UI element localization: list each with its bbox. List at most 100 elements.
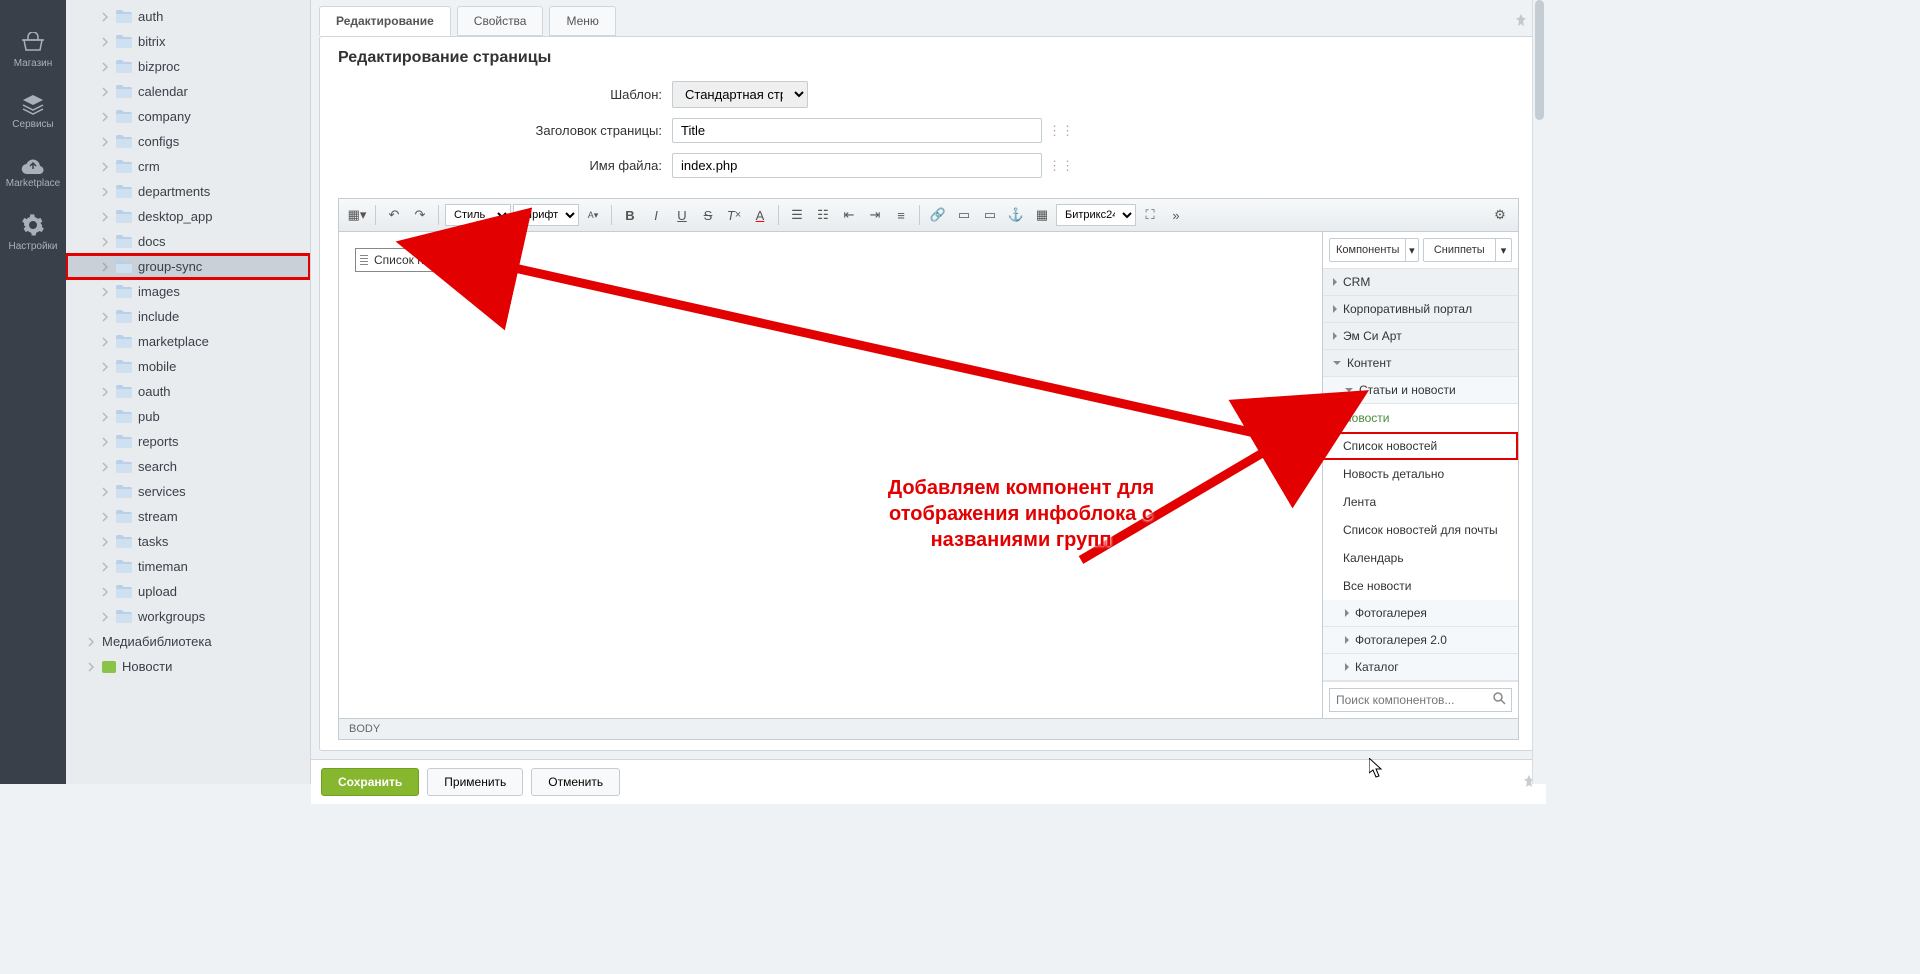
underline-icon[interactable]: U — [670, 203, 694, 227]
clear-format-icon[interactable]: T× — [722, 203, 746, 227]
text-color-icon[interactable]: A — [748, 203, 772, 227]
component-tree[interactable]: CRMКорпоративный порталЭм Си АртКонтентС… — [1323, 269, 1518, 681]
folder-mobile[interactable]: mobile — [66, 354, 310, 379]
italic-icon[interactable]: I — [644, 203, 668, 227]
component-category[interactable]: Контент — [1323, 350, 1518, 377]
folder-bitrix[interactable]: bitrix — [66, 29, 310, 54]
folder-workgroups[interactable]: workgroups — [66, 604, 310, 629]
editor-canvas[interactable]: Список новостей — [339, 232, 1322, 718]
video-icon[interactable]: ▭ — [978, 203, 1002, 227]
component-item[interactable]: Новости — [1323, 404, 1518, 432]
style-select[interactable]: Стиль — [445, 204, 511, 226]
tree-extra-item[interactable]: Медиабиблиотека — [66, 629, 310, 654]
file-tree[interactable]: authbitrixbizproccalendarcompanyconfigsc… — [66, 0, 311, 784]
outdent-icon[interactable]: ⇤ — [837, 203, 861, 227]
components-tab-dd-icon[interactable]: ▾ — [1405, 239, 1417, 261]
nav-settings[interactable]: Настройки — [0, 201, 66, 264]
font-size-icon[interactable]: A▾ — [581, 203, 605, 227]
folder-timeman[interactable]: timeman — [66, 554, 310, 579]
undo-icon[interactable]: ↶ — [382, 203, 406, 227]
folder-stream[interactable]: stream — [66, 504, 310, 529]
folder-departments[interactable]: departments — [66, 179, 310, 204]
component-item[interactable]: Лента — [1323, 488, 1518, 516]
redo-icon[interactable]: ↷ — [408, 203, 432, 227]
apply-button[interactable]: Применить — [427, 768, 523, 796]
settings-icon[interactable]: ⚙ — [1488, 203, 1512, 227]
tree-extra-item[interactable]: Новости — [66, 654, 310, 679]
bitrix-select[interactable]: Битрикс24 - ... — [1056, 204, 1136, 226]
tab-edit[interactable]: Редактирование — [319, 6, 451, 36]
font-select[interactable]: Шрифт — [513, 204, 579, 226]
component-category[interactable]: Каталог — [1323, 654, 1518, 681]
component-category[interactable]: Корпоративный портал — [1323, 296, 1518, 323]
component-category[interactable]: Эм Си Арт — [1323, 323, 1518, 350]
ul-icon[interactable]: ☰ — [785, 203, 809, 227]
table-icon[interactable]: ▦ — [1030, 203, 1054, 227]
folder-crm[interactable]: crm — [66, 154, 310, 179]
component-category[interactable]: Фотогалерея — [1323, 600, 1518, 627]
component-search-input[interactable] — [1329, 688, 1512, 712]
ol-icon[interactable]: ☷ — [811, 203, 835, 227]
folder-tasks[interactable]: tasks — [66, 529, 310, 554]
scrollbar[interactable] — [1532, 0, 1546, 784]
folder-include[interactable]: include — [66, 304, 310, 329]
pin-icon[interactable] — [1514, 13, 1528, 30]
folder-company[interactable]: company — [66, 104, 310, 129]
folder-docs[interactable]: docs — [66, 229, 310, 254]
template-select[interactable]: Стандартная страница — [672, 81, 808, 108]
folder-images[interactable]: images — [66, 279, 310, 304]
component-category[interactable]: CRM — [1323, 269, 1518, 296]
folder-group-sync[interactable]: group-sync — [66, 254, 310, 279]
tab-menu[interactable]: Меню — [549, 6, 615, 36]
filename-input[interactable] — [672, 153, 1042, 178]
folder-desktop_app[interactable]: desktop_app — [66, 204, 310, 229]
component-item[interactable]: Новость детально — [1323, 460, 1518, 488]
page-editor-panel: Редактирование страницы Шаблон: Стандарт… — [319, 36, 1538, 751]
folder-reports[interactable]: reports — [66, 429, 310, 454]
nav-store[interactable]: Магазин — [0, 20, 66, 81]
field-handle-icon[interactable]: ⋮⋮ — [1048, 158, 1060, 174]
folder-configs[interactable]: configs — [66, 129, 310, 154]
folder-bizproc[interactable]: bizproc — [66, 54, 310, 79]
component-item[interactable]: Все новости — [1323, 572, 1518, 600]
fullscreen-icon[interactable]: ⛶ — [1138, 203, 1162, 227]
components-panel: Компоненты ▾ Сниппеты ▾ CRMКорпоративный… — [1322, 232, 1518, 718]
bold-icon[interactable]: B — [618, 203, 642, 227]
folder-pub[interactable]: pub — [66, 404, 310, 429]
field-handle-icon[interactable]: ⋮⋮ — [1048, 123, 1060, 139]
tab-properties[interactable]: Свойства — [457, 6, 544, 36]
anchor-icon[interactable]: ⚓ — [1004, 203, 1028, 227]
view-mode-icon[interactable]: ▦▾ — [345, 203, 369, 227]
strike-icon[interactable]: S — [696, 203, 720, 227]
folder-upload[interactable]: upload — [66, 579, 310, 604]
link-icon[interactable]: 🔗 — [926, 203, 950, 227]
search-icon[interactable] — [1493, 692, 1506, 708]
folder-oauth[interactable]: oauth — [66, 379, 310, 404]
image-icon[interactable]: ▭ — [952, 203, 976, 227]
nav-services[interactable]: Сервисы — [0, 81, 66, 142]
folder-calendar[interactable]: calendar — [66, 79, 310, 104]
component-category[interactable]: Статьи и новости — [1323, 377, 1518, 404]
folder-services[interactable]: services — [66, 479, 310, 504]
component-item[interactable]: Список новостей — [1323, 432, 1518, 460]
cursor-icon — [1369, 758, 1385, 778]
save-button[interactable]: Сохранить — [321, 768, 419, 796]
indent-icon[interactable]: ⇥ — [863, 203, 887, 227]
snippets-tab-dd-icon[interactable]: ▾ — [1495, 239, 1511, 261]
scrollbar-thumb[interactable] — [1535, 0, 1544, 120]
filename-label: Имя файла: — [320, 158, 672, 173]
align-icon[interactable]: ≡ — [889, 203, 913, 227]
component-item[interactable]: Календарь — [1323, 544, 1518, 572]
more-icon[interactable]: » — [1164, 203, 1188, 227]
components-tab[interactable]: Компоненты — [1330, 239, 1405, 261]
component-item[interactable]: Список новостей для почты — [1323, 516, 1518, 544]
component-category[interactable]: Фотогалерея 2.0 — [1323, 627, 1518, 654]
snippets-tab[interactable]: Сниппеты — [1424, 239, 1496, 261]
news-list-component[interactable]: Список новостей — [355, 248, 479, 272]
folder-marketplace[interactable]: marketplace — [66, 329, 310, 354]
folder-search[interactable]: search — [66, 454, 310, 479]
folder-auth[interactable]: auth — [66, 4, 310, 29]
nav-marketplace[interactable]: Marketplace — [0, 142, 66, 201]
title-input[interactable] — [672, 118, 1042, 143]
cancel-button[interactable]: Отменить — [531, 768, 620, 796]
